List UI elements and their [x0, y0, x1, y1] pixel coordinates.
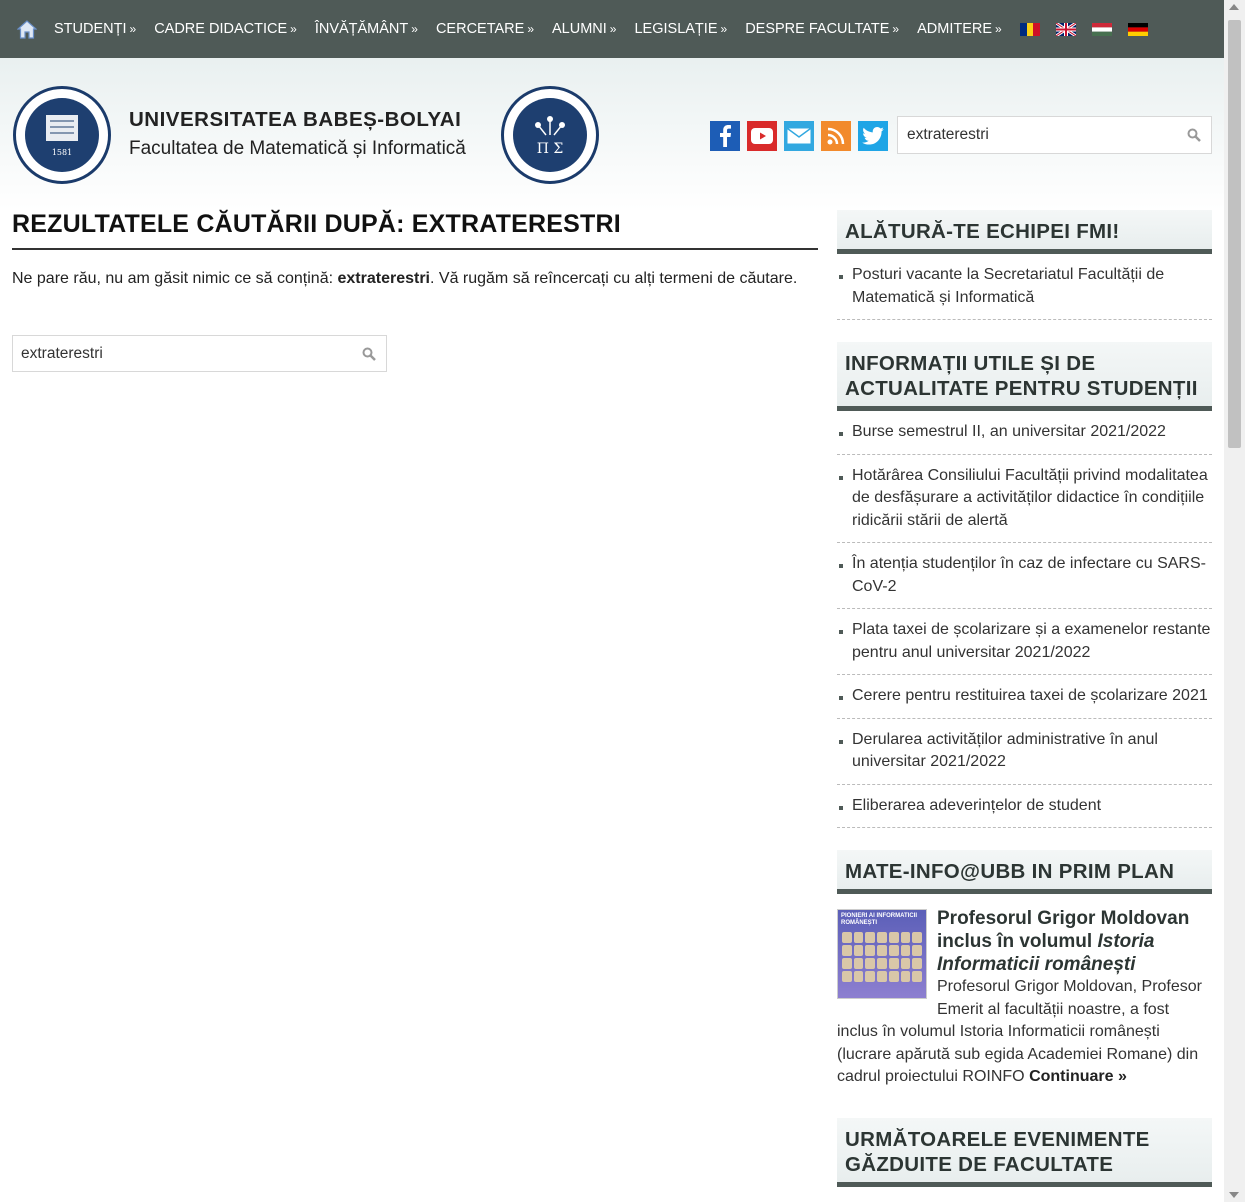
social-links	[710, 121, 888, 151]
main-search-box	[12, 335, 387, 372]
site-header: 1581 UNIVERSITATEA BABEȘ-BOLYAI Facultat…	[0, 58, 1224, 210]
nav-item-cadre-didactice[interactable]: CADRE DIDACTICE»	[154, 21, 297, 37]
nav-item-studenti[interactable]: STUDENȚI»	[54, 21, 136, 37]
nav-item-legislatie[interactable]: LEGISLAȚIE»	[634, 21, 727, 37]
scrollbar[interactable]	[1224, 0, 1245, 1202]
nav-item-alumni[interactable]: ALUMNI»	[552, 21, 616, 37]
ubb-seal-logo[interactable]: 1581	[13, 86, 111, 184]
no-results-message: Ne pare rău, nu am găsit nimic ce să con…	[12, 270, 798, 287]
search-icon[interactable]	[1183, 124, 1205, 146]
faculty-name[interactable]: Facultatea de Matematică și Informatică	[129, 138, 466, 160]
hungary-flag-icon[interactable]	[1091, 22, 1112, 36]
search-icon[interactable]	[358, 343, 380, 365]
main-content: REZULTATELE CĂUTĂRII DUPĂ: EXTRATERESTRI…	[12, 210, 818, 372]
top-navigation: STUDENȚI» CADRE DIDACTICE» ÎNVĂȚĂMÂNT» C…	[0, 0, 1224, 58]
page-title: REZULTATELE CĂUTĂRII DUPĂ: EXTRATERESTRI	[12, 210, 818, 250]
list-item[interactable]: Burse semestrul II, an universitar 2021/…	[837, 411, 1212, 455]
widget-title-student-info: INFORMAȚII UTILE ȘI DE ACTUALITATE PENTR…	[837, 342, 1212, 411]
svg-text:Π Σ: Π Σ	[537, 141, 564, 157]
romania-flag-icon[interactable]	[1019, 22, 1040, 36]
youtube-icon[interactable]	[747, 121, 777, 151]
nav-item-despre-facultate[interactable]: DESPRE FACULTATE»	[745, 21, 899, 37]
list-item[interactable]: Posturi vacante la Secretariatul Facultă…	[837, 254, 1212, 320]
scroll-up-arrow-icon[interactable]	[1229, 4, 1239, 10]
faculty-seal-logo[interactable]: Π Σ	[501, 86, 599, 184]
university-name[interactable]: UNIVERSITATEA BABEȘ-BOLYAI	[129, 108, 461, 132]
email-icon[interactable]	[784, 121, 814, 151]
sidebar: ALĂTURĂ-TE ECHIPEI FMI! Posturi vacante …	[837, 210, 1212, 1187]
widget-title-events: URMĂTOARELE EVENIMENTE GĂZDUITE DE FACUL…	[837, 1117, 1212, 1187]
nav-item-invatamant[interactable]: ÎNVĂȚĂMÂNT»	[315, 21, 418, 37]
header-search-box	[897, 116, 1212, 154]
list-item[interactable]: Eliberarea adeverințelor de student	[837, 785, 1212, 828]
list-item[interactable]: Hotărârea Consiliului Facultății privind…	[837, 455, 1212, 543]
header-search-input[interactable]	[907, 126, 1183, 144]
read-more-link[interactable]: Continuare »	[1029, 1068, 1127, 1085]
list-item[interactable]: Derularea activităților administrative î…	[837, 719, 1212, 785]
twitter-icon[interactable]	[858, 121, 888, 151]
list-item[interactable]: În atenția studenților în caz de infecta…	[837, 543, 1212, 609]
uk-flag-icon[interactable]	[1055, 22, 1076, 36]
featured-image[interactable]: PIONIERI AI INFORMATICII ROMÂNEȘTI	[837, 909, 927, 999]
facebook-icon[interactable]	[710, 121, 740, 151]
scroll-down-arrow-icon[interactable]	[1229, 1192, 1239, 1198]
list-item[interactable]: Plata taxei de școlarizare și a examenel…	[837, 609, 1212, 675]
student-info-list: Burse semestrul II, an universitar 2021/…	[837, 411, 1212, 828]
join-team-list: Posturi vacante la Secretariatul Facultă…	[837, 254, 1212, 320]
scroll-thumb[interactable]	[1228, 20, 1241, 448]
search-term: extraterestri	[337, 270, 431, 287]
main-search-input[interactable]	[21, 344, 358, 363]
home-icon[interactable]	[16, 18, 38, 40]
nav-item-admitere[interactable]: ADMITERE»	[917, 21, 1002, 37]
svg-text:1581: 1581	[52, 148, 72, 157]
list-item[interactable]: Cerere pentru restituirea taxei de școla…	[837, 675, 1212, 719]
widget-title-join-team: ALĂTURĂ-TE ECHIPEI FMI!	[837, 210, 1212, 254]
featured-article: PIONIERI AI INFORMATICII ROMÂNEȘTI Profe…	[837, 894, 1212, 1089]
rss-icon[interactable]	[821, 121, 851, 151]
widget-title-featured: MATE-INFO@UBB IN PRIM PLAN	[837, 850, 1212, 894]
nav-item-cercetare[interactable]: CERCETARE»	[436, 21, 534, 37]
germany-flag-icon[interactable]	[1127, 22, 1148, 36]
